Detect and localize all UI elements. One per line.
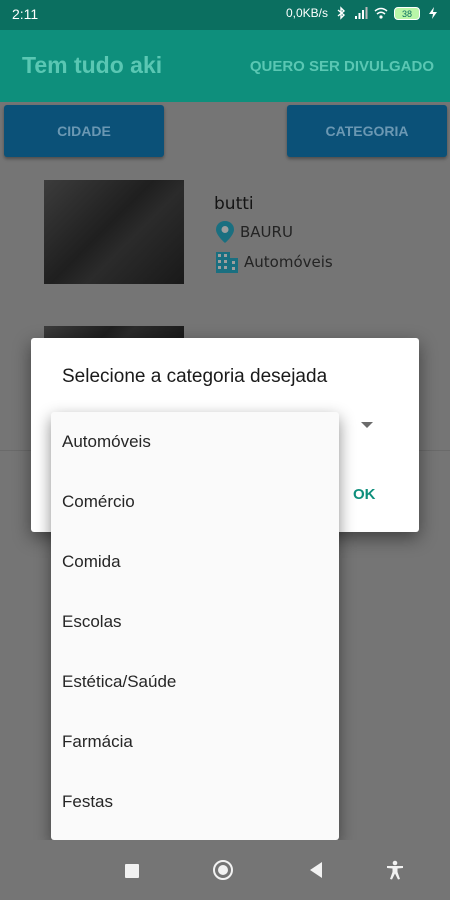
- categoria-button[interactable]: CATEGORIA: [287, 105, 447, 157]
- app-title: Tem tudo aki: [22, 52, 163, 78]
- menu-item-escolas[interactable]: Escolas: [51, 592, 339, 652]
- menu-item-label: Festas: [62, 792, 114, 811]
- listing-name[interactable]: butti: [214, 194, 254, 214]
- accessibility-icon[interactable]: [386, 860, 404, 880]
- status-bar: 2:11 0,0KB/s 38: [0, 0, 450, 30]
- recents-icon[interactable]: [125, 864, 139, 878]
- quero-ser-divulgado-button[interactable]: QUERO SER DIVULGADO: [250, 58, 434, 75]
- status-icons: 0,0KB/s 38: [286, 6, 440, 20]
- menu-item-estetica-saude[interactable]: Estética/Saúde: [51, 652, 339, 712]
- signal-icon: [355, 7, 368, 19]
- listing-city: BAURU: [240, 223, 293, 241]
- dropdown-arrow-icon[interactable]: [361, 422, 373, 428]
- listing-thumbnail[interactable]: [44, 180, 184, 284]
- menu-item-label: Farmácia: [62, 732, 133, 751]
- wifi-icon: [374, 7, 388, 19]
- cidade-button[interactable]: CIDADE: [4, 105, 164, 157]
- app-bar: Tem tudo aki QUERO SER DIVULGADO: [0, 30, 450, 102]
- location-pin-icon: [216, 221, 234, 243]
- back-icon[interactable]: [310, 862, 322, 878]
- menu-item-label: Comida: [62, 552, 121, 571]
- menu-item-label: Automóveis: [62, 432, 151, 451]
- menu-item-label: Comércio: [62, 492, 135, 511]
- charging-icon: [429, 7, 437, 19]
- listing-city-row: BAURU: [214, 220, 293, 244]
- category-dropdown-menu: Automóveis Comércio Comida Escolas Estét…: [51, 412, 339, 840]
- listing-category-row: Automóveis: [214, 250, 333, 274]
- navigation-bar: [0, 840, 450, 900]
- status-time: 2:11: [12, 6, 39, 22]
- bluetooth-icon: [337, 6, 346, 20]
- menu-item-comida[interactable]: Comida: [51, 532, 339, 592]
- listing-category: Automóveis: [244, 253, 333, 271]
- dialog-title: Selecione a categoria desejada: [62, 366, 328, 387]
- menu-item-festas[interactable]: Festas: [51, 772, 339, 832]
- building-icon: [216, 252, 238, 273]
- menu-item-label: Estética/Saúde: [62, 672, 177, 691]
- menu-item-farmacia[interactable]: Farmácia: [51, 712, 339, 772]
- menu-item-automoveis[interactable]: Automóveis: [51, 412, 339, 472]
- home-icon[interactable]: [213, 860, 233, 880]
- ok-button[interactable]: OK: [353, 486, 376, 503]
- menu-item-comercio[interactable]: Comércio: [51, 472, 339, 532]
- network-speed: 0,0KB/s: [285, 6, 328, 20]
- menu-item-label: Escolas: [62, 612, 122, 631]
- battery-icon: 38: [394, 6, 420, 20]
